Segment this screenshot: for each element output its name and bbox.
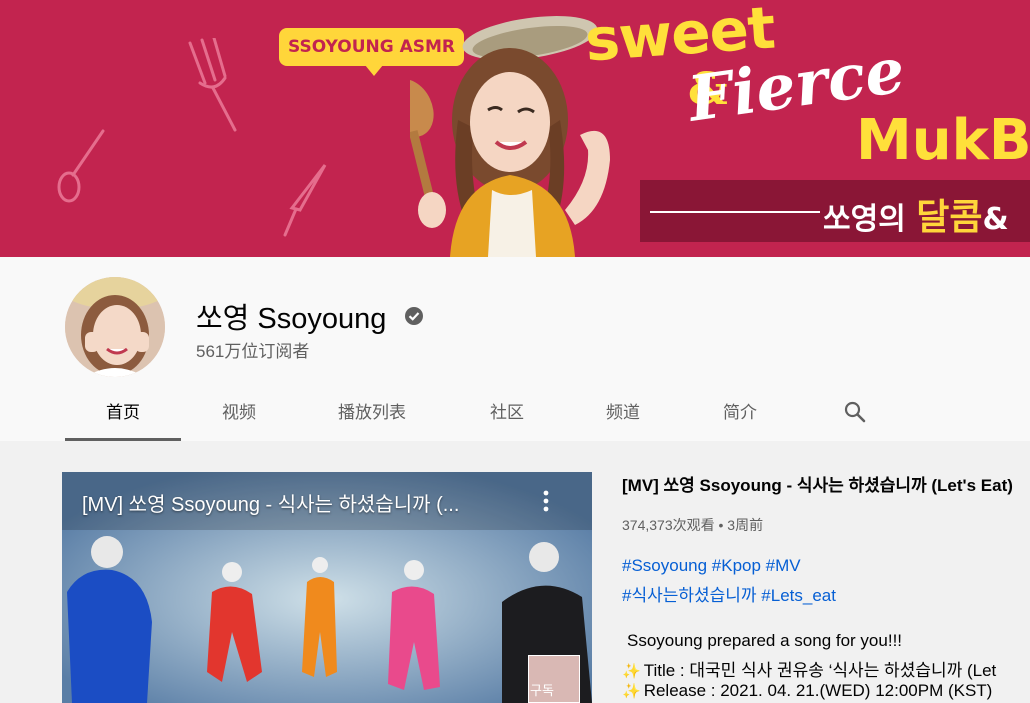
video-player[interactable]: [MV] 쏘영 Ssoyoung - 식사는 하셨습니까 (... 구독 [62,472,592,703]
tab-channels[interactable]: 频道 [565,387,681,438]
subscribe-watermark-label: 구독 [530,683,554,698]
description-line-2-text: Title : 대국민 식사 권유송 ‘식사는 하셨습니까 (Let [643,661,997,680]
avatar[interactable] [65,277,165,377]
channel-banner: SSOYOUNG ASMR sweet & Fierce MukBa 쏘영의 달… [0,0,1030,257]
channel-header: 쏘영 Ssoyoung 561万位订阅者 首页 视频 播放列表 社区 频道 简介 [0,257,1030,441]
sparkle-icon: ✨ [622,663,641,680]
tab-home[interactable]: 首页 [65,387,181,441]
search-icon[interactable] [843,400,867,424]
banner-korean-highlight: 달콤 [916,197,983,238]
subscriber-count: 561万位订阅者 [196,342,310,361]
description-line-1: Ssoyoung prepared a song for you!!! [627,631,903,650]
fork-doodle-icon [188,38,237,132]
tab-about[interactable]: 简介 [682,387,798,438]
knife-doodle-icon [283,164,327,237]
tab-playlists[interactable]: 播放列表 [314,387,430,438]
tab-videos[interactable]: 视频 [181,387,297,438]
hashtag-line-2[interactable]: #식사는하셨습니까 #Lets_eat [622,581,836,606]
banner-korean-prefix: 쏘영의 [823,202,906,237]
banner-korean-suffix: & [982,202,1009,237]
more-vert-icon[interactable] [536,489,556,513]
description-line-3-text: Release : 2021. 04. 21.(WED) 12:00PM (KS… [643,681,993,700]
player-title: [MV] 쏘영 Ssoyoung - 식사는 하셨습니까 (... [82,494,460,516]
spoon-doodle-icon [57,129,105,203]
sparkle-icon: ✨ [622,683,641,700]
description-line-3: ✨ Release : 2021. 04. 21.(WED) 12:00PM (K… [622,681,992,701]
description-line-2: ✨ Title : 대국민 식사 권유송 ‘식사는 하셨습니까 (Let [622,656,996,681]
featured-section: [MV] 쏘영 Ssoyoung - 식사는 하셨습니까 (... 구독 [MV… [0,441,1030,703]
banner-title-mukbang: MukBa [856,108,1030,173]
channel-name: 쏘영 Ssoyoung [196,303,387,335]
banner-divider-line [650,211,820,213]
hashtag-line-1[interactable]: #Ssoyoung #Kpop #MV [622,556,801,576]
tab-community[interactable]: 社区 [449,387,565,438]
banner-korean-text: 쏘영의 달콤& [823,188,1009,240]
featured-video-title[interactable]: [MV] 쏘영 Ssoyoung - 식사는 하셨습니까 (Let's Eat) [622,471,1013,496]
avatar-image [65,277,165,377]
featured-video-meta: 374,373次观看 • 3周前 [622,517,764,533]
verified-check-icon [405,307,423,325]
